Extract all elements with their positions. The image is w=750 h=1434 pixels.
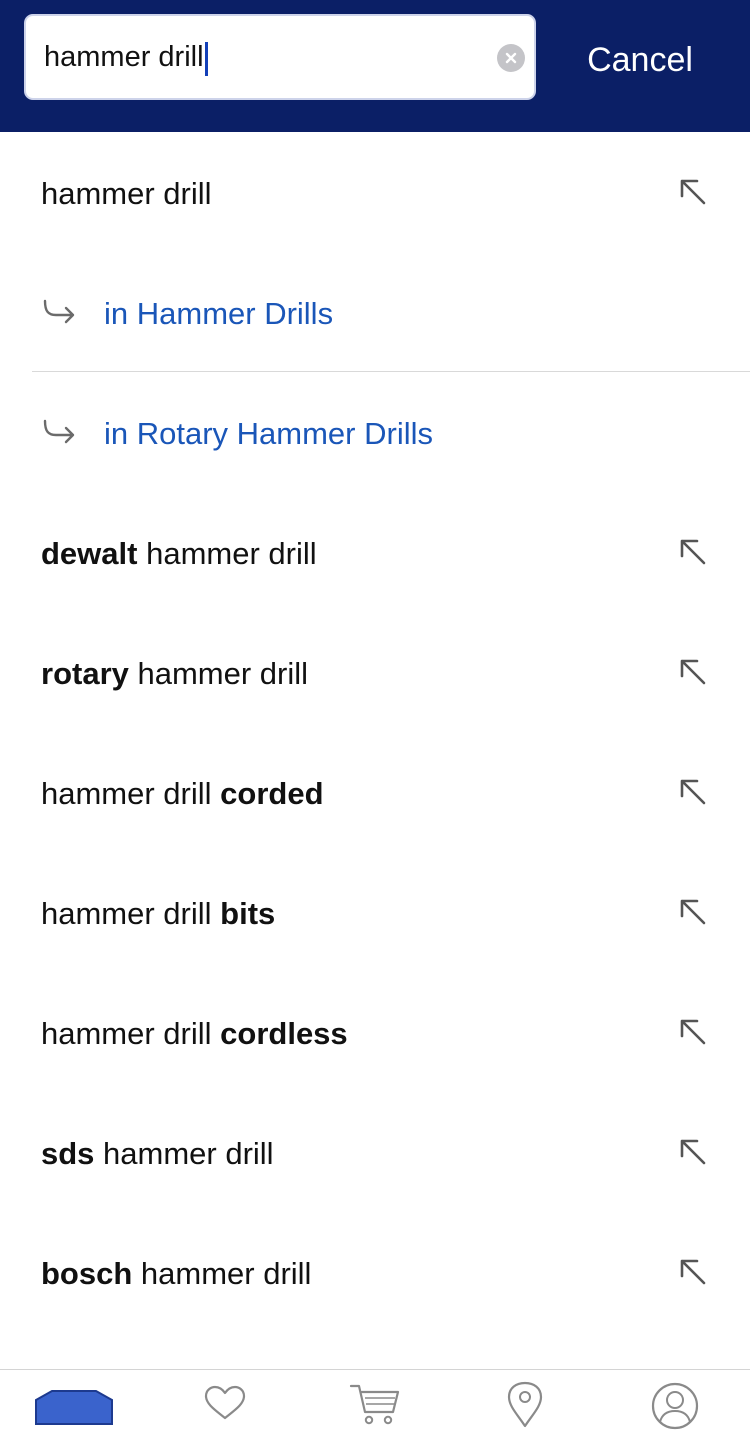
suggestion-row[interactable]: hammer drill — [0, 132, 750, 252]
suggestion-text: hammer drill — [41, 176, 212, 211]
search-header: Cancel — [0, 0, 750, 132]
cancel-button[interactable]: Cancel — [560, 30, 720, 90]
suggestion-row[interactable]: sds hammer drill — [0, 1092, 750, 1212]
suggestion-row[interactable]: hammer drill corded — [0, 732, 750, 852]
return-arrow-icon — [43, 299, 75, 324]
cart-icon — [349, 1384, 400, 1425]
heart-icon — [204, 1385, 246, 1420]
home-icon — [35, 1390, 113, 1425]
category-suggestion-row[interactable]: in Rotary Hammer Drills — [0, 372, 750, 492]
category-suggestion-label: in Hammer Drills — [104, 296, 334, 331]
suggestion-text: sds hammer drill — [41, 1136, 274, 1171]
category-suggestion-row[interactable]: in Hammer Drills — [0, 252, 750, 372]
suggestion-text: hammer drill corded — [41, 776, 324, 811]
tab-cart[interactable] — [335, 1380, 415, 1434]
location-pin-icon — [507, 1381, 543, 1428]
category-suggestion-label: in Rotary Hammer Drills — [104, 416, 433, 451]
tab-home[interactable] — [34, 1380, 114, 1434]
text-caret — [205, 42, 208, 76]
fill-query-arrow-icon[interactable] — [678, 657, 710, 689]
section-divider — [32, 371, 750, 372]
fill-query-arrow-icon[interactable] — [678, 897, 710, 929]
suggestion-row[interactable]: bosch hammer drill — [0, 1212, 750, 1332]
fill-query-arrow-icon[interactable] — [678, 1257, 710, 1289]
suggestion-text: dewalt hammer drill — [41, 536, 317, 571]
fill-query-arrow-icon[interactable] — [678, 537, 710, 569]
search-box[interactable] — [24, 14, 536, 100]
suggestion-text: rotary hammer drill — [41, 656, 309, 691]
suggestion-row[interactable]: dewalt hammer drill — [0, 492, 750, 612]
fill-query-arrow-icon[interactable] — [678, 1137, 710, 1169]
account-icon — [651, 1382, 699, 1430]
search-input[interactable] — [44, 16, 484, 98]
suggestion-text: hammer drill bits — [41, 896, 276, 931]
suggestion-row[interactable]: hammer drill cordless — [0, 972, 750, 1092]
tab-stores[interactable] — [485, 1380, 565, 1434]
clear-circle-icon — [505, 52, 517, 64]
fill-query-arrow-icon[interactable] — [678, 177, 710, 209]
suggestion-text: hammer drill cordless — [41, 1016, 348, 1051]
suggestion-list: hammer drill in Hammer Drills in Rotary … — [0, 132, 750, 1332]
return-arrow-icon — [43, 419, 75, 444]
clear-search-button[interactable] — [497, 44, 525, 72]
suggestion-row[interactable]: hammer drill bits — [0, 852, 750, 972]
tab-bar — [0, 1369, 750, 1433]
fill-query-arrow-icon[interactable] — [678, 1017, 710, 1049]
suggestion-text: bosch hammer drill — [41, 1256, 312, 1291]
suggestion-row[interactable]: rotary hammer drill — [0, 612, 750, 732]
fill-query-arrow-icon[interactable] — [678, 777, 710, 809]
tab-favorites[interactable] — [185, 1380, 265, 1434]
tab-account[interactable] — [635, 1380, 715, 1434]
